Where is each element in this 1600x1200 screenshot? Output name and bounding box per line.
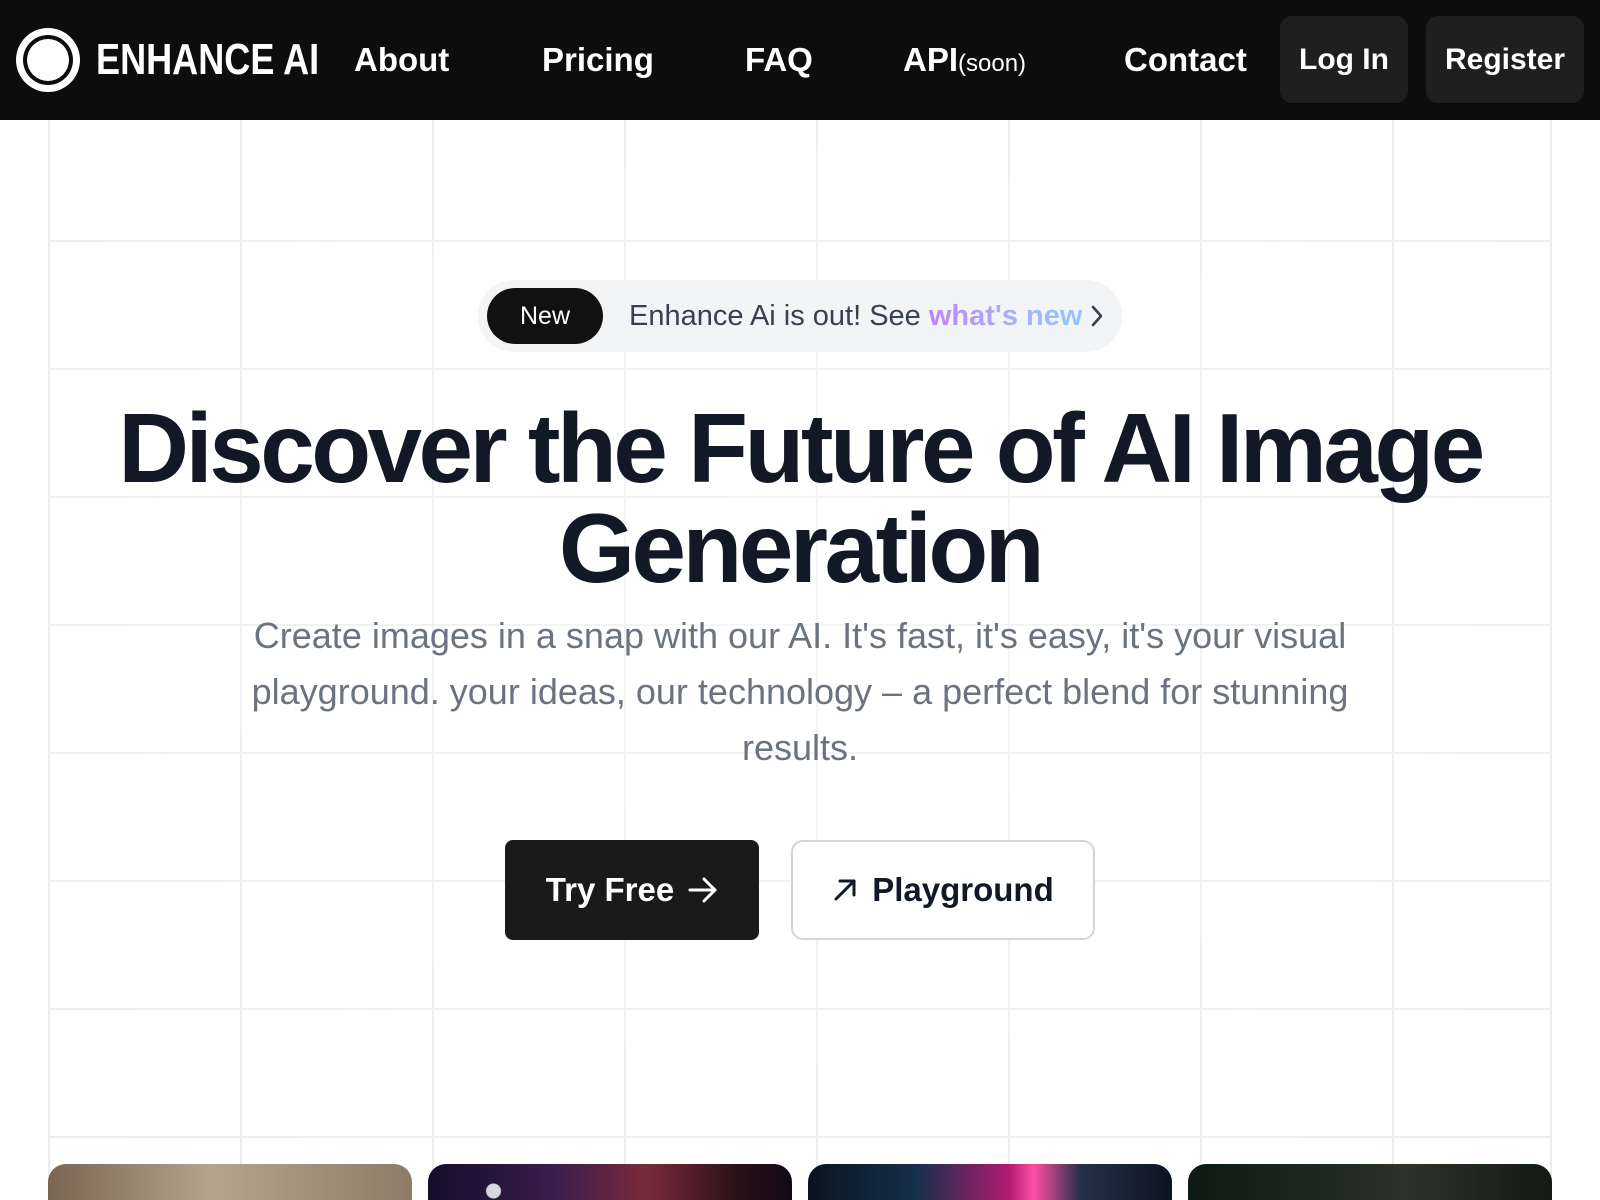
arrow-up-right-icon [832, 877, 858, 903]
nav-link-pricing[interactable]: Pricing [542, 38, 654, 82]
playground-button[interactable]: Playground [791, 840, 1095, 940]
try-free-label: Try Free [545, 871, 675, 908]
brand-logo-link[interactable]: ENHANCE AI [16, 28, 368, 92]
nav-link-faq[interactable]: FAQ [745, 38, 813, 82]
nav-link-api-suffix: (soon) [958, 50, 1027, 77]
try-free-button[interactable]: Try Free [505, 840, 759, 940]
nav-link-api-label: API [903, 41, 959, 78]
login-button[interactable]: Log In [1280, 16, 1408, 103]
hero-subtitle: Create images in a snap with our AI. It'… [251, 615, 1349, 768]
nav-link-about[interactable]: About [354, 38, 449, 82]
brand-name: ENHANCE AI [96, 35, 320, 84]
new-badge: New [487, 288, 603, 344]
announcement-text: Enhance Ai is out! See what's new [629, 300, 1082, 333]
register-button[interactable]: Register [1426, 16, 1584, 103]
playground-label: Playground [872, 871, 1054, 908]
announcement-message: Enhance Ai is out! See [629, 299, 929, 332]
gallery-image-1[interactable] [48, 1164, 412, 1200]
gallery-image-2[interactable] [428, 1164, 792, 1200]
whats-new-link[interactable]: what's new [929, 300, 1083, 332]
gallery-image-4[interactable] [1188, 1164, 1552, 1200]
announcement-pill[interactable]: New Enhance Ai is out! See what's new [478, 280, 1122, 352]
nav-link-api[interactable]: API(soon) [903, 38, 1026, 86]
chevron-right-icon [1090, 304, 1104, 328]
arrow-right-icon [688, 877, 718, 903]
nav-link-contact[interactable]: Contact [1124, 38, 1247, 82]
gallery-image-3[interactable] [808, 1164, 1172, 1200]
brand-logo-icon [16, 28, 80, 92]
top-navbar: ENHANCE AI About Pricing FAQ API(soon) C… [0, 0, 1600, 120]
hero-title: Discover the Future of AI Image Generati… [118, 393, 1485, 603]
